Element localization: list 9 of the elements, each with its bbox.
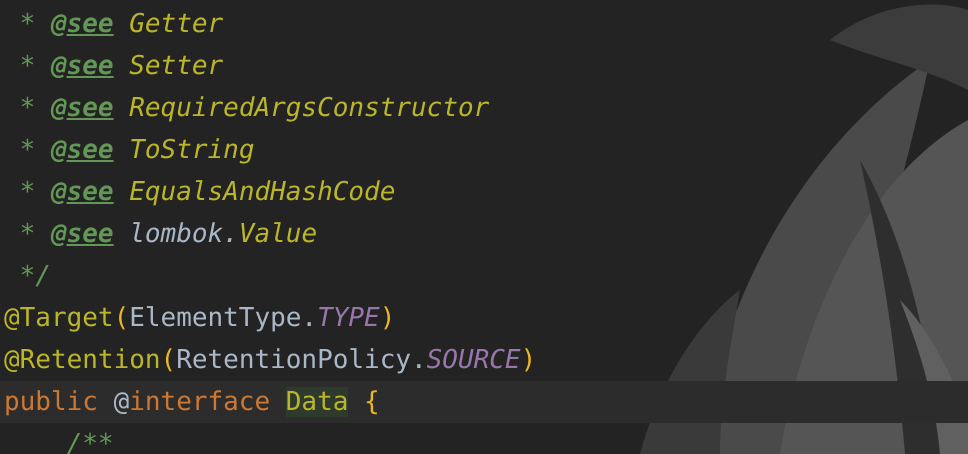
code-line: * @see RequiredArgsConstructor <box>18 92 490 125</box>
code-line: * @see EqualsAndHashCode <box>18 176 396 209</box>
code-line: * @see lombok.Value <box>18 218 318 251</box>
code-line: * @see ToString <box>18 134 256 167</box>
code-line: @Target(ElementType.TYPE) <box>3 302 396 335</box>
code-line: @Retention(RetentionPolicy.SOURCE) <box>3 344 538 377</box>
code-line: * @see Getter <box>18 8 224 41</box>
code-line: */ <box>18 260 52 293</box>
code-line: * @see Setter <box>18 50 224 83</box>
